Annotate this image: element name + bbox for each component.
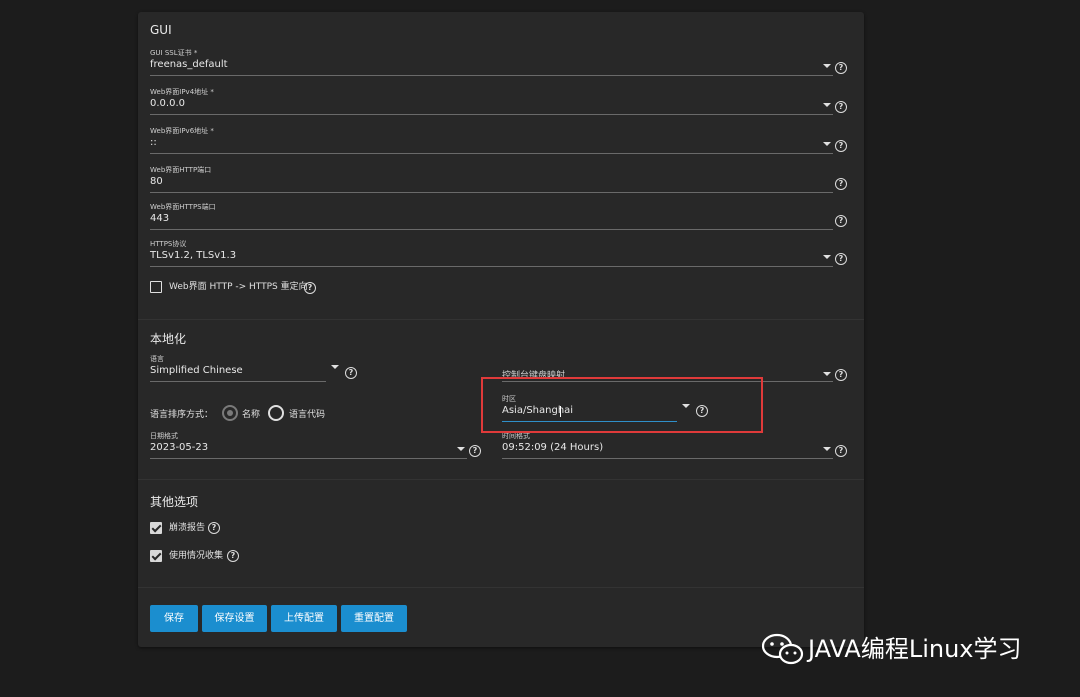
http-port-label: Web界面HTTP端口 <box>150 166 212 174</box>
localization-section-title: 本地化 <box>150 332 187 346</box>
help-icon[interactable]: ? <box>835 215 847 227</box>
help-icon[interactable]: ? <box>835 369 847 381</box>
help-icon[interactable]: ? <box>835 140 847 152</box>
ssl-cert-select[interactable]: GUI SSL证书 * freenas_default <box>150 48 833 76</box>
chevron-down-icon[interactable] <box>823 103 831 107</box>
language-select[interactable]: 语言 Simplified Chinese <box>150 354 326 382</box>
redirect-checkbox[interactable] <box>150 281 162 293</box>
language-value: Simplified Chinese <box>150 365 243 376</box>
radio-sort-code-label: 语言代码 <box>289 410 326 420</box>
other-section-title: 其他选项 <box>150 495 199 509</box>
redirect-label: Web界面 HTTP -> HTTPS 重定向 <box>169 282 308 292</box>
radio-sort-code[interactable] <box>268 405 284 421</box>
help-icon[interactable]: ? <box>835 62 847 74</box>
chevron-down-icon[interactable] <box>823 64 831 68</box>
ipv4-value: 0.0.0.0 <box>150 98 185 109</box>
usage-collection-label: 使用情况收集 <box>169 551 224 561</box>
usage-collection-checkbox[interactable] <box>150 550 162 562</box>
https-protocol-select[interactable]: HTTPS协议 TLSv1.2, TLSv1.3 <box>150 239 833 267</box>
time-format-value: 09:52:09 (24 Hours) <box>502 442 604 453</box>
chevron-down-icon[interactable] <box>823 372 831 376</box>
time-format-select[interactable]: 时间格式 09:52:09 (24 Hours) <box>502 431 833 459</box>
help-icon[interactable]: ? <box>835 445 847 457</box>
https-protocol-value: TLSv1.2, TLSv1.3 <box>150 250 237 261</box>
date-format-label: 日期格式 <box>150 432 178 440</box>
https-protocol-underline <box>150 266 833 267</box>
wechat-icon <box>762 633 804 665</box>
chevron-down-icon[interactable] <box>823 447 831 451</box>
section-divider <box>138 319 864 320</box>
radio-sort-name-label: 名称 <box>242 410 261 420</box>
http-port-input[interactable]: Web界面HTTP端口 80 <box>150 165 833 193</box>
reset-config-button[interactable]: 重置配置 <box>341 605 407 632</box>
ipv6-select[interactable]: Web界面IPv6地址 * :: <box>150 126 833 154</box>
https-port-label: Web界面HTTPS端口 <box>150 203 216 211</box>
upload-config-button[interactable]: 上传配置 <box>271 605 337 632</box>
help-icon[interactable]: ? <box>469 445 481 457</box>
http-port-underline <box>150 192 833 193</box>
section-divider <box>138 479 864 480</box>
ipv6-underline <box>150 153 833 154</box>
ssl-cert-value: freenas_default <box>150 59 228 70</box>
help-icon[interactable]: ? <box>345 367 357 379</box>
https-port-value: 443 <box>150 213 170 224</box>
language-label: 语言 <box>150 355 164 363</box>
https-protocol-label: HTTPS协议 <box>150 240 187 248</box>
chevron-down-icon[interactable] <box>823 142 831 146</box>
ipv6-value: :: <box>150 137 157 148</box>
gui-section-title: GUI <box>150 23 172 37</box>
date-format-underline <box>150 458 467 459</box>
https-port-input[interactable]: Web界面HTTPS端口 443 <box>150 202 833 230</box>
language-underline <box>150 381 326 382</box>
chevron-down-icon[interactable] <box>457 447 465 451</box>
radio-sort-name[interactable] <box>222 405 238 421</box>
redirect-checkbox-row[interactable]: Web界面 HTTP -> HTTPS 重定向 <box>150 281 350 295</box>
https-port-underline <box>150 229 833 230</box>
help-icon[interactable]: ? <box>835 178 847 190</box>
time-format-underline <box>502 458 833 459</box>
ssl-cert-underline <box>150 75 833 76</box>
sort-order-label: 语言排序方式： <box>150 410 214 420</box>
crash-report-label: 崩溃报告 <box>169 523 206 533</box>
ipv4-underline <box>150 114 833 115</box>
section-divider <box>138 587 864 588</box>
ipv4-select[interactable]: Web界面IPv4地址 * 0.0.0.0 <box>150 87 833 115</box>
help-icon[interactable]: ? <box>227 550 239 562</box>
ipv6-label: Web界面IPv6地址 * <box>150 127 214 135</box>
settings-panel: GUI GUI SSL证书 * freenas_default ? Web界面I… <box>138 12 864 647</box>
help-icon[interactable]: ? <box>304 282 316 294</box>
highlight-annotation <box>481 377 763 433</box>
help-icon[interactable]: ? <box>835 253 847 265</box>
watermark-text: JAVA编程Linux学习 <box>808 635 1022 663</box>
help-icon[interactable]: ? <box>208 522 220 534</box>
save-button[interactable]: 保存 <box>150 605 198 632</box>
save-config-button[interactable]: 保存设置 <box>202 605 267 632</box>
date-format-value: 2023-05-23 <box>150 442 209 453</box>
chevron-down-icon[interactable] <box>823 255 831 259</box>
ssl-cert-label: GUI SSL证书 * <box>150 49 198 57</box>
ipv4-label: Web界面IPv4地址 * <box>150 88 214 96</box>
http-port-value: 80 <box>150 176 163 187</box>
date-format-select[interactable]: 日期格式 2023-05-23 <box>150 431 467 459</box>
help-icon[interactable]: ? <box>835 101 847 113</box>
chevron-down-icon[interactable] <box>331 365 339 369</box>
crash-report-checkbox[interactable] <box>150 522 162 534</box>
